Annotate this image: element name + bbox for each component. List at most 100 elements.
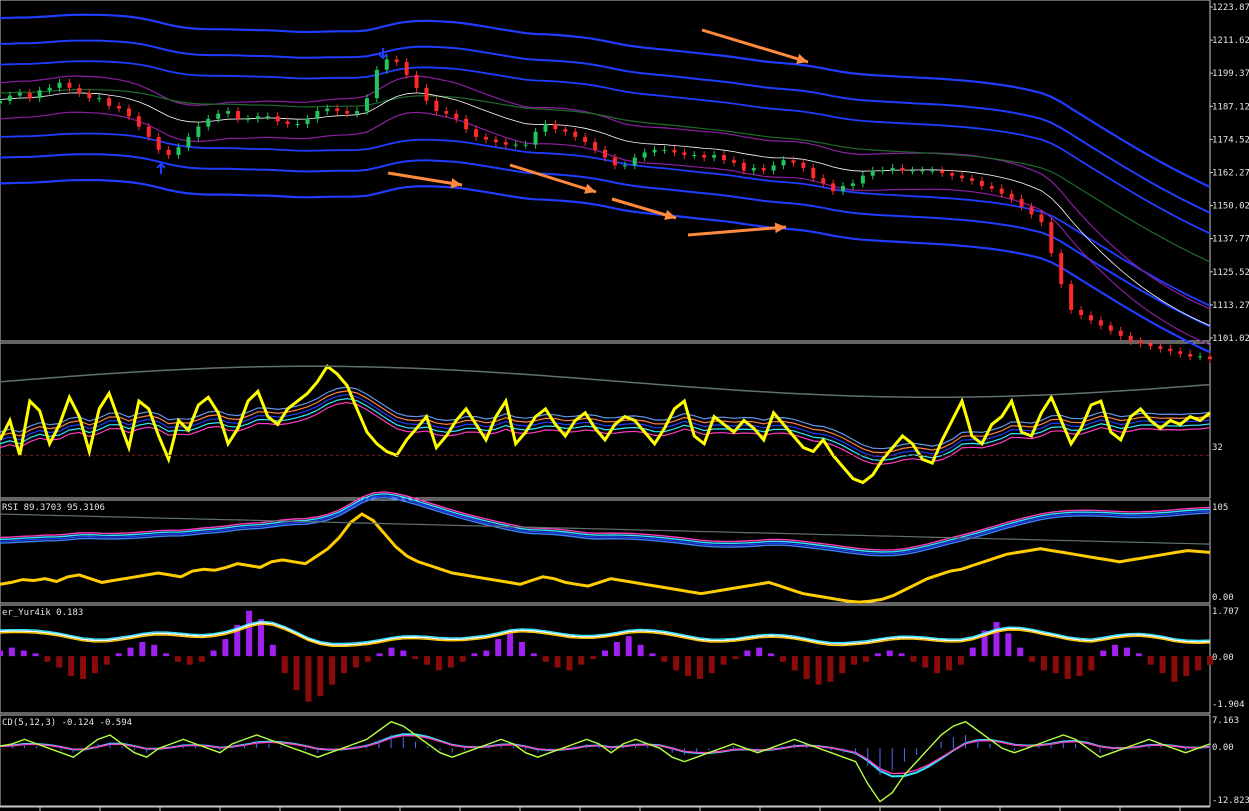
hist-bar [779,656,786,662]
hist-bar [329,656,336,685]
hist-bar [649,653,656,657]
hist-bar [1135,653,1142,657]
hist-bar [317,656,324,696]
hist-bar [103,656,110,665]
hist-bar [269,644,276,657]
hist-bar [412,656,419,659]
hist-bar [993,622,1000,657]
hist-bar [91,656,98,674]
hist-bar [862,656,869,662]
hist-bar [388,647,395,657]
price-tick-label: 1137.77 [1212,235,1249,245]
hist-tick-label: 0.00 [1212,653,1234,663]
hist-bar [435,656,442,671]
hist-bar [815,656,822,685]
hist-bar [673,656,680,671]
candle [1069,280,1074,314]
price-tick-label: 1162.27 [1212,169,1249,179]
hist-bar [518,641,525,657]
hist-bar [946,656,953,671]
hist-bar [507,630,514,657]
price-tick-label: 1150.02 [1212,202,1249,212]
hist-bar [602,650,608,657]
hist-bar [1029,656,1036,662]
hist-bar [874,653,881,657]
price-tick-label: 1125.52 [1212,268,1249,278]
hist-bar [1171,656,1178,682]
hist-bar [0,650,3,657]
hist-bar [756,647,763,657]
hist-bar [1195,656,1202,671]
hist-bar [495,639,502,657]
rsi-label: RSI 89.3703 95.3106 [2,503,105,513]
hist-bar [1088,656,1095,671]
hist-bar [222,639,229,657]
price-tick-label: 1113.27 [1212,301,1249,311]
hist-bar [851,656,858,665]
hist-bar [708,656,715,674]
macd-label: CD(5,12,3) -0.124 -0.594 [2,718,132,728]
hist-bar [590,656,597,659]
candle [1049,218,1054,258]
hist-bar [210,650,217,657]
panel-frame-hist [0,604,1211,714]
hist-bar [352,656,359,668]
price-tick-label: 1187.12 [1212,102,1249,112]
chart-panels [0,0,1211,807]
hist-bar [1123,647,1130,657]
hist-bar [115,653,122,657]
hist-bar [198,656,205,662]
hist-bar [803,656,810,679]
hist-bar [910,656,917,662]
hist-bar [293,656,300,691]
hist-bar [791,656,798,671]
hist-tick-label: -1.904 [1212,700,1245,710]
hist-bar [376,653,383,657]
hist-bar [1052,656,1059,674]
hist-bar [637,644,644,657]
hist-bar [566,656,573,671]
hist-bar [578,656,585,665]
hist-bar [1076,656,1083,677]
candle [374,65,379,103]
panel-frame-price [0,0,1211,342]
hist-bar [364,656,371,662]
hist-bar [424,656,431,665]
hist-bar [32,653,39,657]
hist-bar [44,656,51,662]
price-tick-label: 1199.37 [1212,69,1249,79]
hist-bar [174,656,181,662]
price-axis: 1223.87 1211.62 1199.37 1187.12 1174.52 1162.… [1210,3,1249,806]
hist-bar [127,647,134,657]
hist-bar [732,656,739,659]
macd-tick-label: 7.163 [1212,716,1239,726]
hist-bar [56,656,63,668]
hist-bar [1040,656,1047,671]
hist-bar [839,656,846,674]
hist-label: er_Yur4ik 0.183 [2,608,83,618]
hist-bar [744,650,751,657]
hist-bar [1017,647,1024,657]
hist-bar [471,653,478,657]
time-axis [0,806,1210,811]
hist-bar [151,644,158,657]
hist-bar [898,653,905,657]
hist-bar [613,641,620,657]
hist-bar [768,653,775,657]
hist-bar [542,656,549,662]
hist-bar [1147,656,1154,665]
hist-bar [68,656,75,677]
price-tick-label: 1101.02 [1212,334,1249,344]
hist-bar [305,656,312,702]
hist-bar [685,656,692,677]
hist-bar [696,656,703,679]
hist-bar [827,656,834,682]
ind-tick-label: 32 [1212,443,1223,453]
hist-bar [281,656,288,674]
hist-bar [530,653,537,657]
hist-bar [720,656,727,665]
hist-bar [163,653,170,657]
hist-bar [246,610,253,657]
hist-bar [80,656,87,679]
hist-bar [1183,656,1190,677]
